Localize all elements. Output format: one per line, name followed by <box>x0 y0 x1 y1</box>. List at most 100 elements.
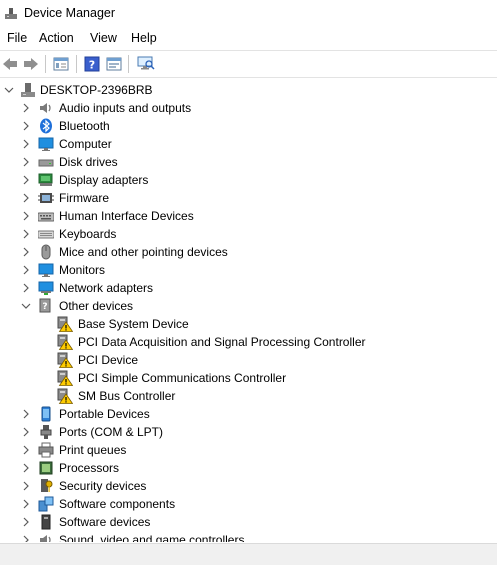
disk-drive-icon <box>38 154 54 170</box>
chevron-down-icon[interactable] <box>3 84 15 96</box>
mouse-icon <box>38 244 54 260</box>
firmware-icon <box>38 190 54 206</box>
tree-category-software-devices[interactable]: Software devices <box>0 513 497 531</box>
chevron-right-icon[interactable] <box>20 246 32 258</box>
menu-bar: File Action View Help <box>0 28 497 50</box>
tree-root[interactable]: DESKTOP-2396BRB <box>0 81 497 99</box>
processor-icon <box>38 460 54 476</box>
warning-device-icon <box>57 316 74 332</box>
tree-category-ports-com-lpt[interactable]: Ports (COM & LPT) <box>0 423 497 441</box>
tree-item-label: Audio inputs and outputs <box>59 101 192 115</box>
monitor-icon <box>38 136 54 152</box>
chevron-right-icon[interactable] <box>20 282 32 294</box>
menu-help[interactable]: Help <box>130 31 158 45</box>
tree-item-label: Software components <box>59 497 176 511</box>
tree-item-label: Base System Device <box>78 317 189 331</box>
software-device-icon <box>38 514 54 530</box>
display-adapter-icon <box>38 172 54 188</box>
window-title: Device Manager <box>24 6 116 20</box>
tree-category-monitors[interactable]: Monitors <box>0 261 497 279</box>
network-icon <box>38 280 54 296</box>
warning-device-icon <box>57 388 74 404</box>
tree-category-processors[interactable]: Processors <box>0 459 497 477</box>
tree-item-label: Network adapters <box>59 281 154 295</box>
chevron-right-icon[interactable] <box>20 102 32 114</box>
menu-view[interactable]: View <box>89 31 118 45</box>
chevron-right-icon[interactable] <box>20 120 32 132</box>
portable-device-icon <box>38 406 54 422</box>
security-icon <box>38 478 54 494</box>
chevron-right-icon[interactable] <box>20 138 32 150</box>
tree-device-pci-data-acquisition-and-signal-processing-controller[interactable]: PCI Data Acquisition and Signal Processi… <box>0 333 497 351</box>
chevron-right-icon[interactable] <box>20 210 32 222</box>
printer-icon <box>38 442 54 458</box>
chevron-right-icon[interactable] <box>20 426 32 438</box>
tree-category-security-devices[interactable]: Security devices <box>0 477 497 495</box>
monitor-icon <box>38 262 54 278</box>
forward-icon[interactable] <box>21 54 41 74</box>
tree-item-label: Sound, video and game controllers <box>59 533 245 542</box>
tree-item-label: Processors <box>59 461 120 475</box>
tree-category-bluetooth[interactable]: Bluetooth <box>0 117 497 135</box>
help-icon[interactable]: ? <box>82 54 102 74</box>
chevron-right-icon[interactable] <box>20 174 32 186</box>
tree-item-label: Monitors <box>59 263 106 277</box>
menu-action[interactable]: Action <box>38 31 75 45</box>
computer-root-icon <box>20 82 36 98</box>
tree-category-other-devices[interactable]: ? Other devices <box>0 297 497 315</box>
tree-device-sm-bus-controller[interactable]: SM Bus Controller <box>0 387 497 405</box>
tree-item-label: Human Interface Devices <box>59 209 194 223</box>
tree-item-label: DESKTOP-2396BRB <box>40 83 153 97</box>
scan-hardware-icon[interactable] <box>136 54 156 74</box>
device-tree[interactable]: DESKTOP-2396BRB Audio inputs and outputs B… <box>0 80 497 542</box>
chevron-right-icon[interactable] <box>20 408 32 420</box>
chevron-right-icon[interactable] <box>20 156 32 168</box>
tree-item-label: Print queues <box>59 443 127 457</box>
warning-device-icon <box>57 352 74 368</box>
back-icon[interactable] <box>0 54 20 74</box>
chevron-right-icon[interactable] <box>20 480 32 492</box>
tree-category-software-components[interactable]: Software components <box>0 495 497 513</box>
hid-icon <box>37 208 55 224</box>
chevron-right-icon[interactable] <box>20 498 32 510</box>
chevron-right-icon[interactable] <box>20 516 32 528</box>
tree-category-audio-inputs-and-outputs[interactable]: Audio inputs and outputs <box>0 99 497 117</box>
tree-item-label: Security devices <box>59 479 147 493</box>
tree-item-label: Other devices <box>59 299 134 313</box>
tree-item-label: PCI Device <box>78 353 139 367</box>
toolbar: ? <box>0 51 497 76</box>
tree-category-mice-and-other-pointing-devices[interactable]: Mice and other pointing devices <box>0 243 497 261</box>
menu-file[interactable]: File <box>6 31 28 45</box>
tree-category-keyboards[interactable]: Keyboards <box>0 225 497 243</box>
sound-icon <box>38 532 54 542</box>
unknown-device-icon: ? <box>38 298 54 314</box>
chevron-right-icon[interactable] <box>20 264 32 276</box>
tree-category-portable-devices[interactable]: Portable Devices <box>0 405 497 423</box>
update-driver-icon[interactable] <box>104 54 124 74</box>
tree-item-label: PCI Data Acquisition and Signal Processi… <box>78 335 366 349</box>
tree-item-label: Disk drives <box>59 155 118 169</box>
tree-category-disk-drives[interactable]: Disk drives <box>0 153 497 171</box>
tree-category-firmware[interactable]: Firmware <box>0 189 497 207</box>
toolbar-separator <box>45 55 46 73</box>
tree-category-computer[interactable]: Computer <box>0 135 497 153</box>
chevron-right-icon[interactable] <box>20 534 32 542</box>
toolbar-divider <box>0 77 497 78</box>
chevron-down-icon[interactable] <box>20 300 32 312</box>
chevron-right-icon[interactable] <box>20 444 32 456</box>
tree-category-network-adapters[interactable]: Network adapters <box>0 279 497 297</box>
svg-text:?: ? <box>89 59 95 72</box>
chevron-right-icon[interactable] <box>20 228 32 240</box>
tree-device-pci-device[interactable]: PCI Device <box>0 351 497 369</box>
tree-category-print-queues[interactable]: Print queues <box>0 441 497 459</box>
chevron-right-icon[interactable] <box>20 462 32 474</box>
chevron-right-icon[interactable] <box>20 192 32 204</box>
tree-device-pci-simple-communications-controller[interactable]: PCI Simple Communications Controller <box>0 369 497 387</box>
tree-category-sound-video-and-game-controllers[interactable]: Sound, video and game controllers <box>0 531 497 542</box>
tree-item-label: SM Bus Controller <box>78 389 176 403</box>
tree-category-display-adapters[interactable]: Display adapters <box>0 171 497 189</box>
tree-device-base-system-device[interactable]: Base System Device <box>0 315 497 333</box>
properties-icon[interactable] <box>51 54 71 74</box>
bluetooth-icon <box>38 118 54 134</box>
tree-category-human-interface-devices[interactable]: Human Interface Devices <box>0 207 497 225</box>
